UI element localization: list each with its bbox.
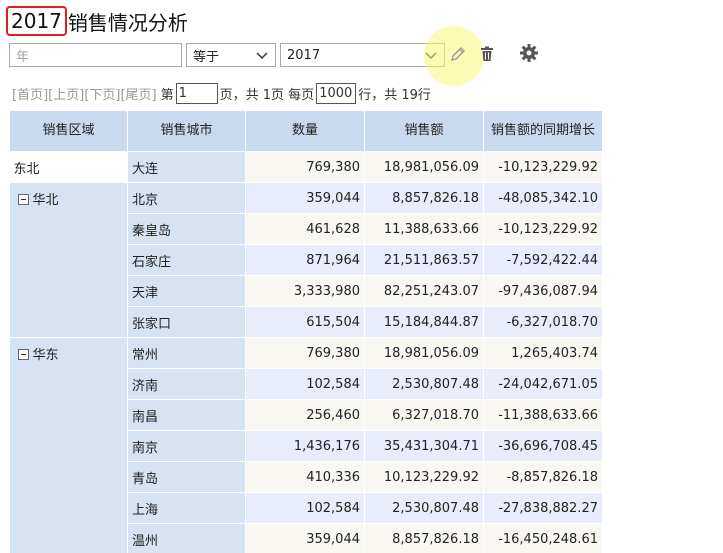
pager-page-prefix: 第 — [160, 87, 174, 103]
pager-page-suffix: 页，共 1页 每页 — [219, 87, 315, 103]
growth-cell: 1,265,403.74 — [483, 337, 603, 369]
table-row: 东北 大连 769,380 18,981,056.09 -10,123,229.92 — [9, 151, 603, 183]
region-label: 华东 — [32, 348, 59, 363]
growth-cell: -11,388,633.66 — [483, 399, 603, 431]
quantity-cell: 769,380 — [245, 151, 365, 183]
quantity-cell: 102,584 — [245, 492, 365, 524]
quantity-cell: 256,460 — [245, 399, 365, 431]
edit-button[interactable] — [447, 43, 469, 65]
filter-field-placeholder: 年 — [16, 49, 30, 65]
quantity-cell: 3,333,980 — [245, 275, 365, 307]
city-cell: 张家口 — [127, 306, 246, 338]
sales-cell: 82,251,243.07 — [364, 275, 484, 307]
city-cell: 石家庄 — [127, 244, 246, 276]
quantity-cell: 102,584 — [245, 368, 365, 400]
filter-operator-value: 等于 — [193, 49, 220, 65]
growth-cell: -24,042,671.05 — [483, 368, 603, 400]
sales-cell: 8,857,826.18 — [364, 182, 484, 214]
sales-cell: 21,511,863.57 — [364, 244, 484, 276]
title-text: 销售情况分析 — [67, 10, 188, 35]
growth-cell: -97,436,087.94 — [483, 275, 603, 307]
growth-cell: -10,123,229.92 — [483, 151, 603, 183]
pager: [首页] [上页] [下页] [尾页] 第 1 页，共 1页 每页 1000 行… — [12, 82, 431, 104]
quantity-cell: 1,436,176 — [245, 430, 365, 462]
region-label: 华北 — [32, 193, 59, 208]
chevron-down-icon — [256, 52, 268, 60]
sales-cell: 11,388,633.66 — [364, 213, 484, 245]
sales-cell: 2,530,807.48 — [364, 492, 484, 524]
sales-cell: 35,431,304.71 — [364, 430, 484, 462]
sales-cell: 15,184,844.87 — [364, 306, 484, 338]
filter-field-input[interactable]: 年 — [9, 43, 182, 67]
quantity-cell: 410,336 — [245, 461, 365, 493]
sales-cell: 8,857,826.18 — [364, 523, 484, 553]
pencil-icon — [451, 47, 465, 61]
filter-operator-select[interactable]: 等于 — [186, 43, 276, 67]
rows-per-page-input[interactable]: 1000 — [316, 82, 357, 104]
city-cell: 上海 — [127, 492, 246, 524]
header-growth[interactable]: 销售额的同期增长 — [483, 110, 603, 152]
page-number-input[interactable]: 1 — [175, 82, 218, 104]
table-row: 华东 常州 769,380 18,981,056.09 1,265,403.74 — [9, 337, 603, 553]
growth-cell: -6,327,018.70 — [483, 306, 603, 338]
pager-first-link[interactable]: [首页] — [12, 84, 48, 103]
city-cell: 南昌 — [127, 399, 246, 431]
page-title: 2017 销售情况分析 — [6, 6, 188, 36]
title-year: 2017 — [6, 6, 67, 36]
region-cell: 东北 — [9, 151, 128, 183]
sales-cell: 2,530,807.48 — [364, 368, 484, 400]
table-row: 华北 北京 359,044 8,857,826.18 -48,085,342.10 — [9, 182, 603, 338]
growth-cell: -27,838,882.27 — [483, 492, 603, 524]
sales-table: 销售区域 销售城市 数量 销售额 销售额的同期增长 东北 大连 769,380 18,… — [9, 110, 603, 553]
header-sales[interactable]: 销售额 — [364, 110, 484, 152]
filter-value-text: 2017 — [287, 47, 321, 63]
quantity-cell: 871,964 — [245, 244, 365, 276]
city-cell: 温州 — [127, 523, 246, 553]
table-body: 东北 大连 769,380 18,981,056.09 -10,123,229.92 华北… — [9, 151, 603, 553]
pager-next-link[interactable]: [下页] — [84, 84, 120, 103]
settings-button[interactable] — [518, 42, 540, 64]
header-quantity[interactable]: 数量 — [245, 110, 365, 152]
collapse-minus-icon[interactable] — [17, 194, 29, 205]
quantity-cell: 359,044 — [245, 523, 365, 553]
growth-cell: -8,857,826.18 — [483, 461, 603, 493]
pager-rows-suffix: 行，共 19行 — [358, 87, 431, 103]
gear-icon — [520, 44, 538, 62]
sales-cell: 18,981,056.09 — [364, 151, 484, 183]
growth-cell: -10,123,229.92 — [483, 213, 603, 245]
quantity-cell: 769,380 — [245, 337, 365, 369]
city-cell: 常州 — [127, 337, 246, 369]
city-cell: 天津 — [127, 275, 246, 307]
collapse-minus-icon[interactable] — [17, 349, 29, 360]
quantity-cell: 461,628 — [245, 213, 365, 245]
header-city[interactable]: 销售城市 — [127, 110, 246, 152]
sales-cell: 10,123,229.92 — [364, 461, 484, 493]
sales-cell: 18,981,056.09 — [364, 337, 484, 369]
quantity-cell: 359,044 — [245, 182, 365, 214]
filter-value-select[interactable]: 2017 — [280, 43, 445, 67]
trash-icon — [481, 46, 493, 61]
region-cell: 华东 — [9, 337, 128, 553]
growth-cell: -16,450,248.61 — [483, 523, 603, 553]
growth-cell: -7,592,422.44 — [483, 244, 603, 276]
city-cell: 济南 — [127, 368, 246, 400]
region-cell: 华北 — [9, 182, 128, 338]
city-cell: 秦皇岛 — [127, 213, 246, 245]
city-cell: 南京 — [127, 430, 246, 462]
city-cell: 北京 — [127, 182, 246, 214]
sales-cell: 6,327,018.70 — [364, 399, 484, 431]
quantity-cell: 615,504 — [245, 306, 365, 338]
region-label: 东北 — [13, 161, 40, 177]
pager-last-link[interactable]: [尾页] — [120, 84, 156, 103]
delete-button[interactable] — [476, 43, 498, 65]
growth-cell: -48,085,342.10 — [483, 182, 603, 214]
city-cell: 青岛 — [127, 461, 246, 493]
city-cell: 大连 — [127, 151, 246, 183]
header-region[interactable]: 销售区域 — [9, 110, 128, 152]
pager-prev-link[interactable]: [上页] — [48, 84, 84, 103]
growth-cell: -36,696,708.45 — [483, 430, 603, 462]
table-header-row: 销售区域 销售城市 数量 销售额 销售额的同期增长 — [9, 110, 603, 152]
